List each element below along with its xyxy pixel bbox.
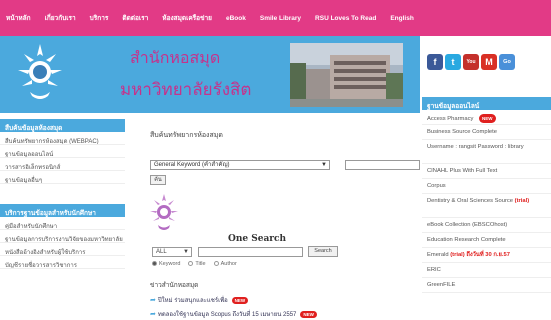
news-item-text: ปีใหม่ ร่วมสนุกและแชร์เพื่อ <box>157 298 228 304</box>
database-item[interactable]: eBook Collection (EBSCOhost) <box>422 218 551 233</box>
database-item[interactable]: Dentistry & Oral Sciences Source (trial) <box>422 194 551 218</box>
building-photo <box>290 43 403 107</box>
database-item[interactable]: Emerald (trial) ถึงวันที่ 30 ก.ย.57 <box>422 248 551 263</box>
database-name: Emerald <box>427 252 449 258</box>
nav-home[interactable]: หน้าหลัก <box>6 13 31 23</box>
database-name: Access Pharmacy <box>427 116 474 122</box>
sidebar-item-webpac[interactable]: สืบค้นทรัพยากรห้องสมุด (WEBPAC) <box>0 132 125 145</box>
search-type-select[interactable]: General Keyword (คำสำคัญ) ▼ <box>150 160 330 170</box>
sidebar-item-research-database[interactable]: ฐานข้อมูลการบริการงานวิจัยของมหาวิทยาลัย <box>0 230 125 243</box>
main-content: สืบค้นทรัพยากรห้องสมุด General Keyword (… <box>140 113 420 320</box>
bullet-icon: ➦ <box>150 297 156 304</box>
radio-title-label: Title <box>195 261 206 267</box>
nav-rsu-loves-to-read[interactable]: RSU Loves To Read <box>315 15 376 22</box>
right-sidebar: ฐานข้อมูลออนไลน์ Access Pharmacy NEW Bus… <box>422 97 551 320</box>
header-banner: สำนักหอสมุด มหาวิทยาลัยรังสิต <box>0 36 420 113</box>
database-item[interactable]: ERIC <box>422 263 551 278</box>
database-item[interactable]: CINAHL Plus With Full Text <box>422 164 551 179</box>
sidebar-item-online-databases[interactable]: ฐานข้อมูลออนไลน์ <box>0 145 125 158</box>
search-type-value: General Keyword (คำสำคัญ) <box>154 162 230 168</box>
google-icon[interactable]: Go <box>499 54 515 70</box>
one-search-button[interactable]: Search <box>308 246 338 257</box>
one-search-title: One Search <box>228 234 287 244</box>
trial-label: (trial) ถึงวันที่ 30 ก.ย.57 <box>450 252 510 258</box>
search-heading: สืบค้นทรัพยากรห้องสมุด <box>150 132 223 139</box>
one-search-input[interactable] <box>198 247 303 257</box>
search-field-options: Keyword Title Author <box>152 261 237 267</box>
sidebar-item-journal-list[interactable]: บัญชีรายชื่อวารสารวิชาการ <box>0 256 125 269</box>
radio-icon <box>188 261 194 267</box>
news-item[interactable]: ➦ ทดลองใช้ฐานข้อมูล Scopus ถึงวันที่ 15 … <box>150 309 317 319</box>
left-sidebar: สืบค้นข้อมูลห้องสมุด สืบค้นทรัพยากรห้องส… <box>0 113 125 320</box>
gmail-icon[interactable]: M <box>481 54 497 70</box>
radio-title[interactable]: Title <box>188 261 206 267</box>
sidebar-item-other-databases[interactable]: ฐานข้อมูลอื่นๆ <box>0 171 125 184</box>
sidebar-item-ejournals[interactable]: วารสารอิเล็กทรอนิกส์ <box>0 158 125 171</box>
library-search-header: สืบค้นข้อมูลห้องสมุด <box>0 119 125 132</box>
database-item[interactable]: Access Pharmacy NEW <box>422 110 551 125</box>
nav-services[interactable]: บริการ <box>90 13 109 23</box>
facebook-icon[interactable]: f <box>427 54 443 70</box>
news-item[interactable]: ➦ ปีใหม่ ร่วมสนุกและแชร์เพื่อ NEW <box>150 295 249 305</box>
twitter-icon[interactable]: t <box>445 54 461 70</box>
university-logo <box>18 44 62 99</box>
database-item[interactable]: GreenFILE <box>422 278 551 293</box>
database-item[interactable]: Business Source Complete <box>422 125 551 140</box>
radio-icon <box>213 261 219 267</box>
bullet-icon: ➦ <box>150 311 156 318</box>
radio-keyword[interactable]: Keyword <box>152 261 180 267</box>
nav-ebook[interactable]: eBook <box>226 15 246 22</box>
search-input[interactable] <box>345 160 420 170</box>
chevron-down-icon: ▼ <box>183 249 189 255</box>
news-item-text: ทดลองใช้ฐานข้อมูล Scopus ถึงวันที่ 15 เม… <box>157 312 297 318</box>
online-databases-header: ฐานข้อมูลออนไลน์ <box>422 97 551 110</box>
database-item[interactable]: Username : rangsit Password : library <box>422 140 551 164</box>
social-icons: f t You M Go <box>427 54 515 70</box>
radio-author-label: Author <box>220 261 237 267</box>
youtube-icon[interactable]: You <box>463 54 479 70</box>
new-badge: NEW <box>300 310 317 318</box>
chevron-down-icon: ▼ <box>321 162 327 168</box>
database-name: Dentistry & Oral Sciences Source <box>427 198 514 204</box>
new-badge: NEW <box>479 114 496 123</box>
sidebar-item-reference-books[interactable]: หนังสืออ้างอิงสำหรับผู้ใช้บริการ <box>0 243 125 256</box>
new-badge: NEW <box>231 296 249 304</box>
university-title: มหาวิทยาลัยรังสิต <box>120 80 252 100</box>
nav-about[interactable]: เกี่ยวกับเรา <box>45 13 76 23</box>
top-navigation: หน้าหลัก เกี่ยวกับเรา บริการ ติดต่อเรา ห… <box>0 0 551 36</box>
scope-value: ALL <box>156 249 167 255</box>
nav-network-libraries[interactable]: ห้องสมุดเครือข่าย <box>162 13 212 23</box>
database-item[interactable]: Education Research Complete <box>422 233 551 248</box>
search-go-button[interactable]: ค้น <box>150 175 166 185</box>
radio-author[interactable]: Author <box>213 261 237 267</box>
one-search-logo <box>150 194 178 230</box>
sidebar-item-student-guide[interactable]: คู่มือสำหรับนักศึกษา <box>0 217 125 230</box>
student-services-header: บริการฐานข้อมูลสำหรับนักศึกษา <box>0 204 125 217</box>
radio-keyword-label: Keyword <box>159 261 181 267</box>
nav-english[interactable]: English <box>390 15 413 22</box>
one-search-scope-select[interactable]: ALL ▼ <box>152 247 192 257</box>
news-header: ข่าวสำนักหอสมุด <box>150 282 199 289</box>
library-title: สำนักหอสมุด <box>130 48 221 67</box>
database-item[interactable]: Corpus <box>422 179 551 194</box>
nav-contact[interactable]: ติดต่อเรา <box>122 13 148 23</box>
nav-smile-library[interactable]: Smile Library <box>260 15 301 22</box>
radio-selected-icon <box>152 261 157 267</box>
trial-label: (trial) <box>514 198 530 204</box>
